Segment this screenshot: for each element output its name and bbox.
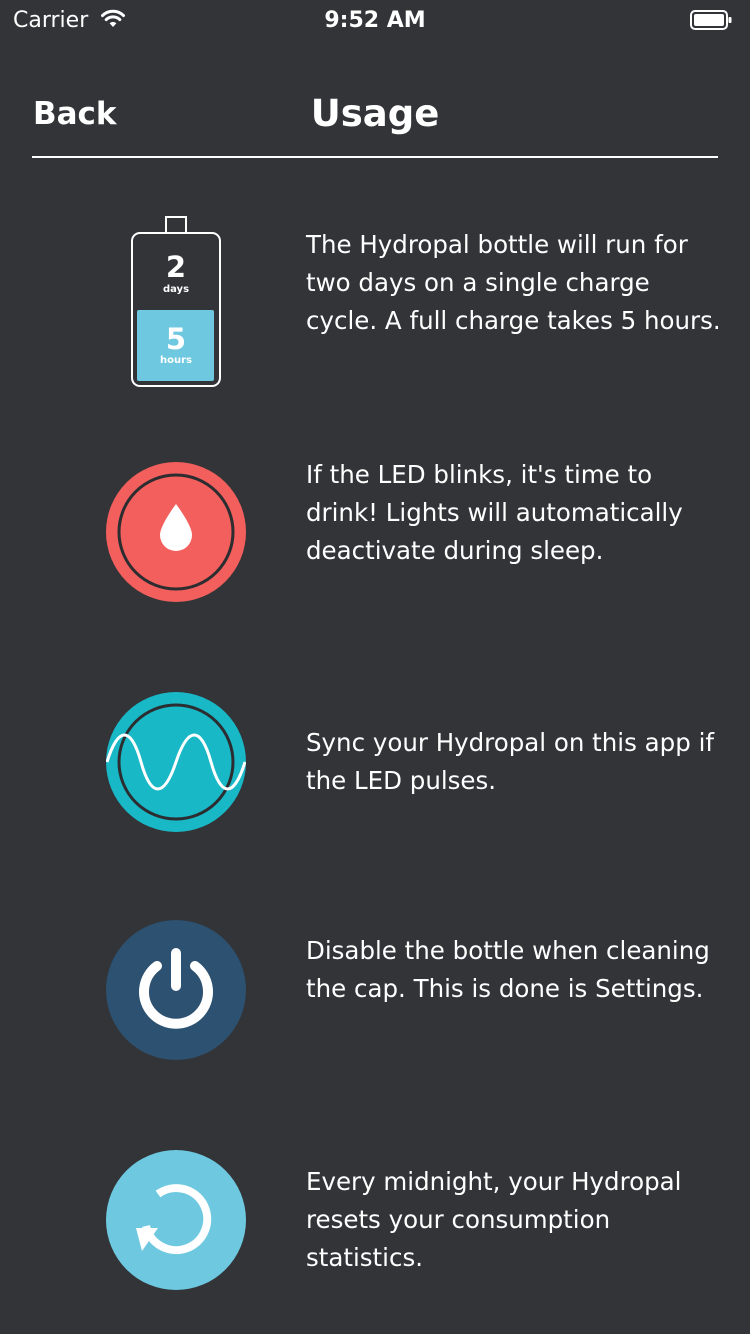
header-divider xyxy=(32,156,718,158)
refresh-icon xyxy=(106,1150,246,1290)
battery-hours-unit: hours xyxy=(160,355,192,366)
battery-status-icon xyxy=(690,10,732,30)
tip-text-battery: The Hydropal bottle will run for two day… xyxy=(306,230,721,335)
status-bar: Carrier 9:52 AM xyxy=(0,0,750,40)
battery-days-value: 2 xyxy=(165,250,187,284)
tip-text-sync: Sync your Hydropal on this app if the LE… xyxy=(306,728,715,795)
battery-hours-value: 5 xyxy=(165,322,187,356)
sine-wave-icon xyxy=(105,692,247,832)
tip-text-drink: If the LED blinks, it's time to drink! L… xyxy=(306,460,683,565)
water-drop-icon xyxy=(106,462,246,602)
battery-days-unit: days xyxy=(162,284,190,295)
status-time: 9:52 AM xyxy=(324,8,426,33)
tip-text-reset: Every midnight, your Hydropal resets you… xyxy=(306,1167,682,1272)
tip-text-disable: Disable the bottle when cleaning the cap… xyxy=(306,936,710,1003)
page-title: Usage xyxy=(310,92,440,135)
power-icon xyxy=(106,920,246,1060)
